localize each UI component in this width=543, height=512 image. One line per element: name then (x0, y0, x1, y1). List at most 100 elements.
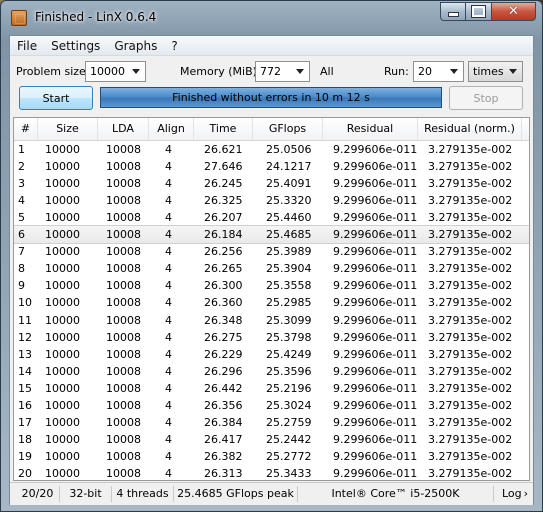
cell-align: 4 (165, 296, 172, 310)
all-button[interactable]: All (320, 65, 334, 78)
cell-time: 27.646 (204, 160, 243, 174)
cell-gflops: 25.2759 (266, 415, 312, 429)
cell-align: 4 (165, 432, 172, 446)
column-header-index[interactable]: # (14, 118, 38, 140)
cell-size: 10000 (45, 143, 80, 156)
cell-gflops: 25.3433 (266, 466, 312, 480)
table-row[interactable]: 10 10000 10008 4 26.360 25.2985 9.299606e-011 3… (14, 294, 529, 311)
status-cpu: Intel® Core™ i5-2500K (298, 486, 494, 502)
menu-settings[interactable]: Settings (44, 39, 107, 53)
cell-lda: 10008 (106, 279, 141, 293)
start-button[interactable]: Start (19, 86, 93, 110)
maximize-icon (471, 5, 486, 18)
column-header-align[interactable]: Align (149, 118, 194, 140)
cell-time: 26.348 (204, 313, 243, 327)
stop-button[interactable]: Stop (449, 86, 523, 110)
window-title: Finished - LinX 0.6.4 (35, 10, 157, 24)
cell-residual-norm: 3.279135e-002 (428, 432, 513, 446)
cell-size: 10000 (45, 262, 80, 276)
cell-lda: 10008 (106, 313, 141, 327)
cell-lda: 10008 (106, 432, 141, 446)
cell-lda: 10008 (106, 364, 141, 378)
menu-file[interactable]: File (10, 39, 44, 53)
cell-lda: 10008 (106, 381, 141, 395)
cell-residual-norm: 3.279135e-002 (428, 143, 513, 156)
cell-gflops: 25.3904 (266, 262, 312, 276)
cell-residual-norm: 3.279135e-002 (428, 228, 513, 242)
cell-align: 4 (165, 262, 172, 276)
maximize-button[interactable] (466, 2, 492, 21)
column-header-size[interactable]: Size (38, 118, 98, 140)
cell-time: 26.313 (204, 466, 243, 480)
column-header-lda[interactable]: LDA (98, 118, 149, 140)
cell-index: 16 (18, 398, 32, 412)
title-bar[interactable]: Finished - LinX 0.6.4 ✕ (1, 1, 542, 35)
run-unit-select[interactable]: times (468, 61, 523, 82)
cell-index: 6 (18, 228, 25, 242)
table-row[interactable]: 5 10000 10008 4 26.207 25.4460 9.299606e-011 3.… (14, 209, 529, 226)
cell-gflops: 25.3024 (266, 398, 312, 412)
table-row[interactable]: 12 10000 10008 4 26.275 25.3798 9.299606e-011 3… (14, 329, 529, 346)
table-row[interactable]: 16 10000 10008 4 26.356 25.3024 9.299606e-011 3… (14, 397, 529, 414)
table-row[interactable]: 19 10000 10008 4 26.382 25.2772 9.299606e-011 3… (14, 448, 529, 465)
close-button[interactable]: ✕ (492, 2, 536, 21)
caption-buttons: ✕ (440, 2, 536, 22)
cell-size: 10000 (45, 296, 80, 310)
menu-graphs[interactable]: Graphs (107, 39, 164, 53)
table-row[interactable]: 4 10000 10008 4 26.325 25.3320 9.299606e-011 3.… (14, 192, 529, 209)
column-header-time[interactable]: Time (194, 118, 253, 140)
column-header-residual[interactable]: Residual (323, 118, 418, 140)
cell-index: 20 (18, 466, 32, 480)
table-row[interactable]: 7 10000 10008 4 26.256 25.3989 9.299606e-011 3.… (14, 243, 529, 260)
cell-residual-norm: 3.279135e-002 (428, 449, 513, 463)
table-row[interactable]: 2 10000 10008 4 27.646 24.1217 9.299606e-011 3.… (14, 158, 529, 175)
cell-time: 26.207 (204, 211, 243, 225)
cell-index: 17 (18, 415, 32, 429)
cell-residual-norm: 3.279135e-002 (428, 262, 513, 276)
cell-residual: 9.299606e-011 (333, 279, 418, 293)
problem-size-select[interactable]: 10000 (85, 61, 146, 82)
cell-align: 4 (165, 211, 172, 225)
minimize-button[interactable] (440, 2, 466, 21)
cell-gflops: 25.3099 (266, 313, 312, 327)
table-row[interactable]: 8 10000 10008 4 26.265 25.3904 9.299606e-011 3.… (14, 260, 529, 277)
column-header-gflops[interactable]: GFlops (253, 118, 323, 140)
table-row[interactable]: 13 10000 10008 4 26.229 25.4249 9.299606e-011 3… (14, 346, 529, 363)
cell-align: 4 (165, 398, 172, 412)
table-row[interactable]: 18 10000 10008 4 26.417 25.2442 9.299606e-011 3… (14, 431, 529, 448)
linx-app-icon[interactable] (11, 10, 27, 26)
progress-bar: Finished without errors in 10 m 12 s (100, 87, 442, 108)
table-row[interactable]: 9 10000 10008 4 26.300 25.3558 9.299606e-011 3.… (14, 277, 529, 294)
table-row[interactable]: 17 10000 10008 4 26.384 25.2759 9.299606e-011 3… (14, 414, 529, 431)
cell-index: 3 (18, 177, 25, 191)
table-row[interactable]: 1 10000 10008 4 26.621 25.0506 9.299606e-011 3.… (14, 141, 529, 158)
cell-residual-norm: 3.279135e-002 (428, 279, 513, 293)
cell-size: 10000 (45, 279, 80, 293)
memory-select[interactable]: 772 (255, 61, 310, 82)
table-row[interactable]: 15 10000 10008 4 26.442 25.2196 9.299606e-011 3… (14, 380, 529, 397)
log-label: Log (501, 487, 522, 500)
run-count-select[interactable]: 20 (413, 61, 464, 82)
log-button[interactable]: Log › (499, 485, 531, 502)
cell-lda: 10008 (106, 143, 141, 156)
cell-time: 26.296 (204, 364, 243, 378)
cell-time: 26.356 (204, 398, 243, 412)
results-table[interactable]: # Size LDA Align Time GFlops Residual Re… (13, 117, 530, 481)
table-row[interactable]: 3 10000 10008 4 26.245 25.4091 9.299606e-011 3.… (14, 175, 529, 192)
table-row[interactable]: 6 10000 10008 4 26.184 25.4685 9.299606e-011 3.… (14, 225, 529, 245)
table-row[interactable]: 20 10000 10008 4 26.313 25.3433 9.299606e-011 3… (14, 465, 529, 480)
menu-help[interactable]: ? (164, 39, 184, 53)
column-header-residual-norm[interactable]: Residual (norm.) (418, 118, 522, 140)
linx-window: Finished - LinX 0.6.4 ✕ File Settings Gr… (0, 0, 543, 512)
cell-lda: 10008 (106, 160, 141, 174)
cell-residual: 9.299606e-011 (333, 313, 418, 327)
run-unit-value: times (473, 65, 504, 78)
cell-align: 4 (165, 381, 172, 395)
cell-residual: 9.299606e-011 (333, 143, 418, 156)
table-row[interactable]: 14 10000 10008 4 26.296 25.3596 9.299606e-011 3… (14, 363, 529, 380)
chevron-down-icon (132, 69, 140, 74)
cell-align: 4 (165, 228, 172, 242)
cell-size: 10000 (45, 313, 80, 327)
cell-residual-norm: 3.279135e-002 (428, 194, 513, 208)
table-row[interactable]: 11 10000 10008 4 26.348 25.3099 9.299606e-011 3… (14, 312, 529, 329)
